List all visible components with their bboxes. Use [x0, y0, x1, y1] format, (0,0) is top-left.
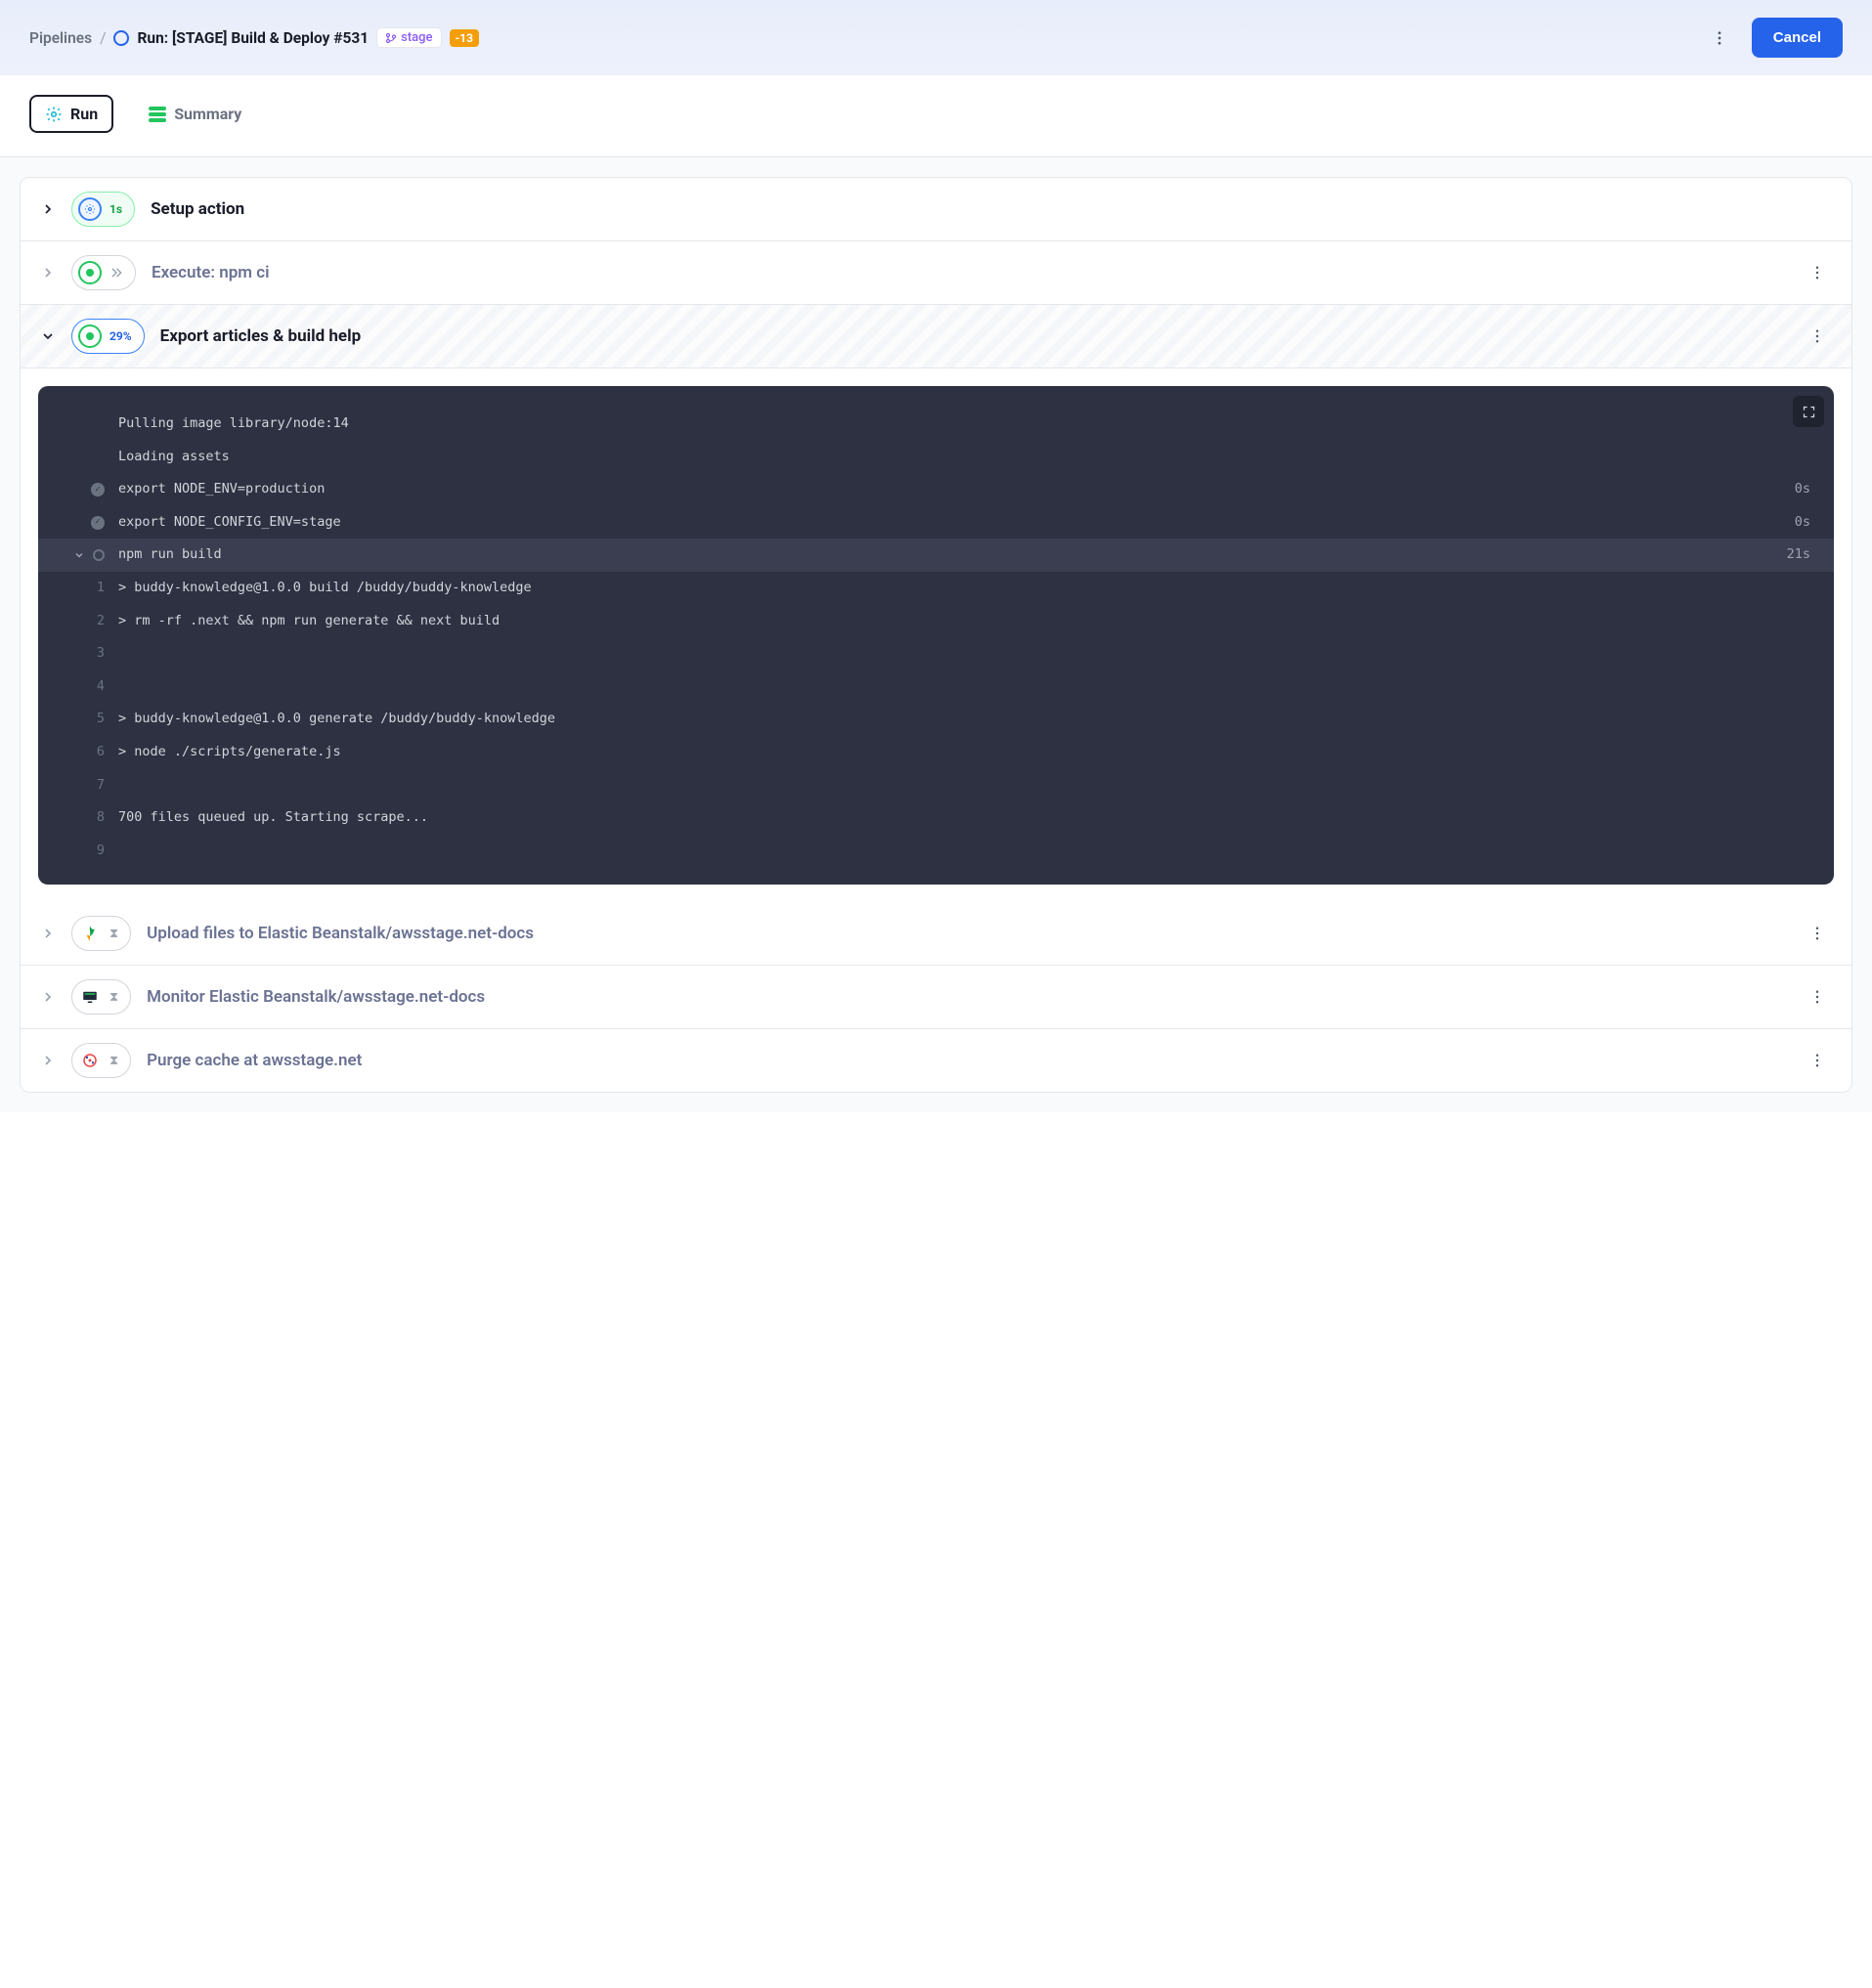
setup-gear-icon — [78, 197, 102, 221]
branch-tag[interactable]: stage — [376, 27, 441, 48]
breadcrumb-root[interactable]: Pipelines — [29, 29, 92, 47]
breadcrumb-separator: / — [100, 29, 106, 47]
term-line-9: 9 — [38, 835, 1834, 868]
chevron-down-icon — [73, 549, 85, 561]
status-pill-setup: 1s — [71, 192, 135, 227]
action-monitor-more[interactable] — [1803, 982, 1832, 1012]
chevron-right-icon[interactable] — [40, 926, 56, 941]
term-line-8: 8700 files queued up. Starting scrape... — [38, 801, 1834, 835]
tab-run[interactable]: Run — [29, 95, 113, 133]
action-upload-more[interactable] — [1803, 919, 1832, 948]
term-line-5: 5> buddy-knowledge@1.0.0 generate /buddy… — [38, 703, 1834, 736]
dots-vertical-icon — [1808, 327, 1826, 345]
header-more-button[interactable] — [1705, 23, 1734, 53]
chevron-right-icon[interactable] — [40, 1053, 56, 1068]
term-line-1: 1> buddy-knowledge@1.0.0 build /buddy/bu… — [38, 572, 1834, 605]
action-monitor[interactable]: ⧗ Monitor Elastic Beanstalk/awsstage.net… — [21, 966, 1851, 1029]
status-pill-upload: ⧗ — [71, 916, 131, 951]
running-icon — [78, 324, 102, 348]
breadcrumb: Pipelines / Run: [STAGE] Build & Deploy … — [29, 27, 479, 48]
header-actions: Cancel — [1705, 18, 1843, 58]
skip-forward-icon — [109, 266, 123, 280]
term-line-7: 7 — [38, 769, 1834, 802]
action-purge[interactable]: ⧗ Purge cache at awsstage.net — [21, 1029, 1851, 1092]
dots-vertical-icon — [1808, 264, 1826, 281]
status-pill-execute — [71, 255, 136, 290]
chevron-down-icon[interactable] — [40, 328, 56, 344]
action-purge-title: Purge cache at awsstage.net — [147, 1051, 1787, 1070]
check-icon: ✓ — [91, 516, 105, 530]
summary-icon — [149, 107, 166, 122]
commit-count-badge: -13 — [450, 29, 480, 47]
monitor-icon — [78, 985, 102, 1009]
action-execute-title: Execute: npm ci — [152, 263, 1787, 282]
term-line-run[interactable]: npm run build 21s — [38, 539, 1834, 572]
export-progress: 29% — [109, 329, 132, 343]
running-icon — [93, 549, 105, 561]
action-execute[interactable]: Execute: npm ci — [21, 241, 1851, 305]
dots-vertical-icon — [1808, 925, 1826, 942]
term-line-2: 2> rm -rf .next && npm run generate && n… — [38, 605, 1834, 638]
terminal: Pulling image library/node:14 Loading as… — [38, 386, 1834, 885]
fullscreen-icon — [1802, 405, 1816, 419]
action-setup[interactable]: 1s Setup action — [21, 178, 1851, 241]
status-pill-monitor: ⧗ — [71, 979, 131, 1015]
action-upload-title: Upload files to Elastic Beanstalk/awssta… — [147, 924, 1787, 943]
beanstalk-icon — [78, 922, 102, 945]
dots-vertical-icon — [1808, 1052, 1826, 1069]
tabs: Run Summary — [0, 75, 1872, 157]
chevron-right-icon[interactable] — [40, 265, 56, 281]
gear-icon — [45, 106, 63, 123]
term-line-pull: Pulling image library/node:14 — [38, 408, 1834, 441]
action-export[interactable]: 29% Export articles & build help — [21, 305, 1851, 368]
term-line-6: 6> node ./scripts/generate.js — [38, 736, 1834, 769]
chevron-right-icon[interactable] — [40, 201, 56, 217]
actions-card: 1s Setup action Execute: npm ci 29% — [20, 177, 1852, 1093]
action-setup-title: Setup action — [151, 199, 1832, 219]
status-pill-purge: ⧗ — [71, 1043, 131, 1078]
action-execute-more[interactable] — [1803, 258, 1832, 287]
hourglass-icon: ⧗ — [109, 927, 118, 941]
run-status-icon — [113, 30, 129, 46]
chevron-right-icon[interactable] — [40, 989, 56, 1005]
action-export-title: Export articles & build help — [160, 326, 1787, 346]
hourglass-icon: ⧗ — [109, 1054, 118, 1068]
fullscreen-button[interactable] — [1793, 396, 1824, 427]
branch-icon — [385, 32, 397, 44]
action-purge-more[interactable] — [1803, 1046, 1832, 1075]
action-upload[interactable]: ⧗ Upload files to Elastic Beanstalk/awss… — [21, 902, 1851, 966]
term-line-env2: ✓ export NODE_CONFIG_ENV=stage 0s — [38, 506, 1834, 540]
tab-run-label: Run — [70, 105, 98, 123]
page-header: Pipelines / Run: [STAGE] Build & Deploy … — [0, 0, 1872, 75]
term-line-load: Loading assets — [38, 441, 1834, 474]
branch-tag-label: stage — [401, 30, 432, 45]
status-pill-export: 29% — [71, 319, 145, 354]
action-monitor-title: Monitor Elastic Beanstalk/awsstage.net-d… — [147, 987, 1787, 1007]
content-area: 1s Setup action Execute: npm ci 29% — [0, 157, 1872, 1112]
term-line-4: 4 — [38, 670, 1834, 704]
running-icon — [78, 261, 102, 284]
term-line-3: 3 — [38, 637, 1834, 670]
action-export-more[interactable] — [1803, 322, 1832, 351]
cancel-button[interactable]: Cancel — [1752, 18, 1843, 58]
dots-vertical-icon — [1808, 988, 1826, 1006]
setup-time: 1s — [109, 202, 122, 216]
tab-summary[interactable]: Summary — [135, 97, 255, 131]
cloudfront-icon — [78, 1049, 102, 1072]
term-line-env1: ✓ export NODE_ENV=production 0s — [38, 473, 1834, 506]
hourglass-icon: ⧗ — [109, 990, 118, 1005]
check-icon: ✓ — [91, 483, 105, 497]
dots-vertical-icon — [1711, 29, 1728, 47]
breadcrumb-current: Run: [STAGE] Build & Deploy #531 — [137, 29, 369, 47]
tab-summary-label: Summary — [174, 105, 241, 123]
